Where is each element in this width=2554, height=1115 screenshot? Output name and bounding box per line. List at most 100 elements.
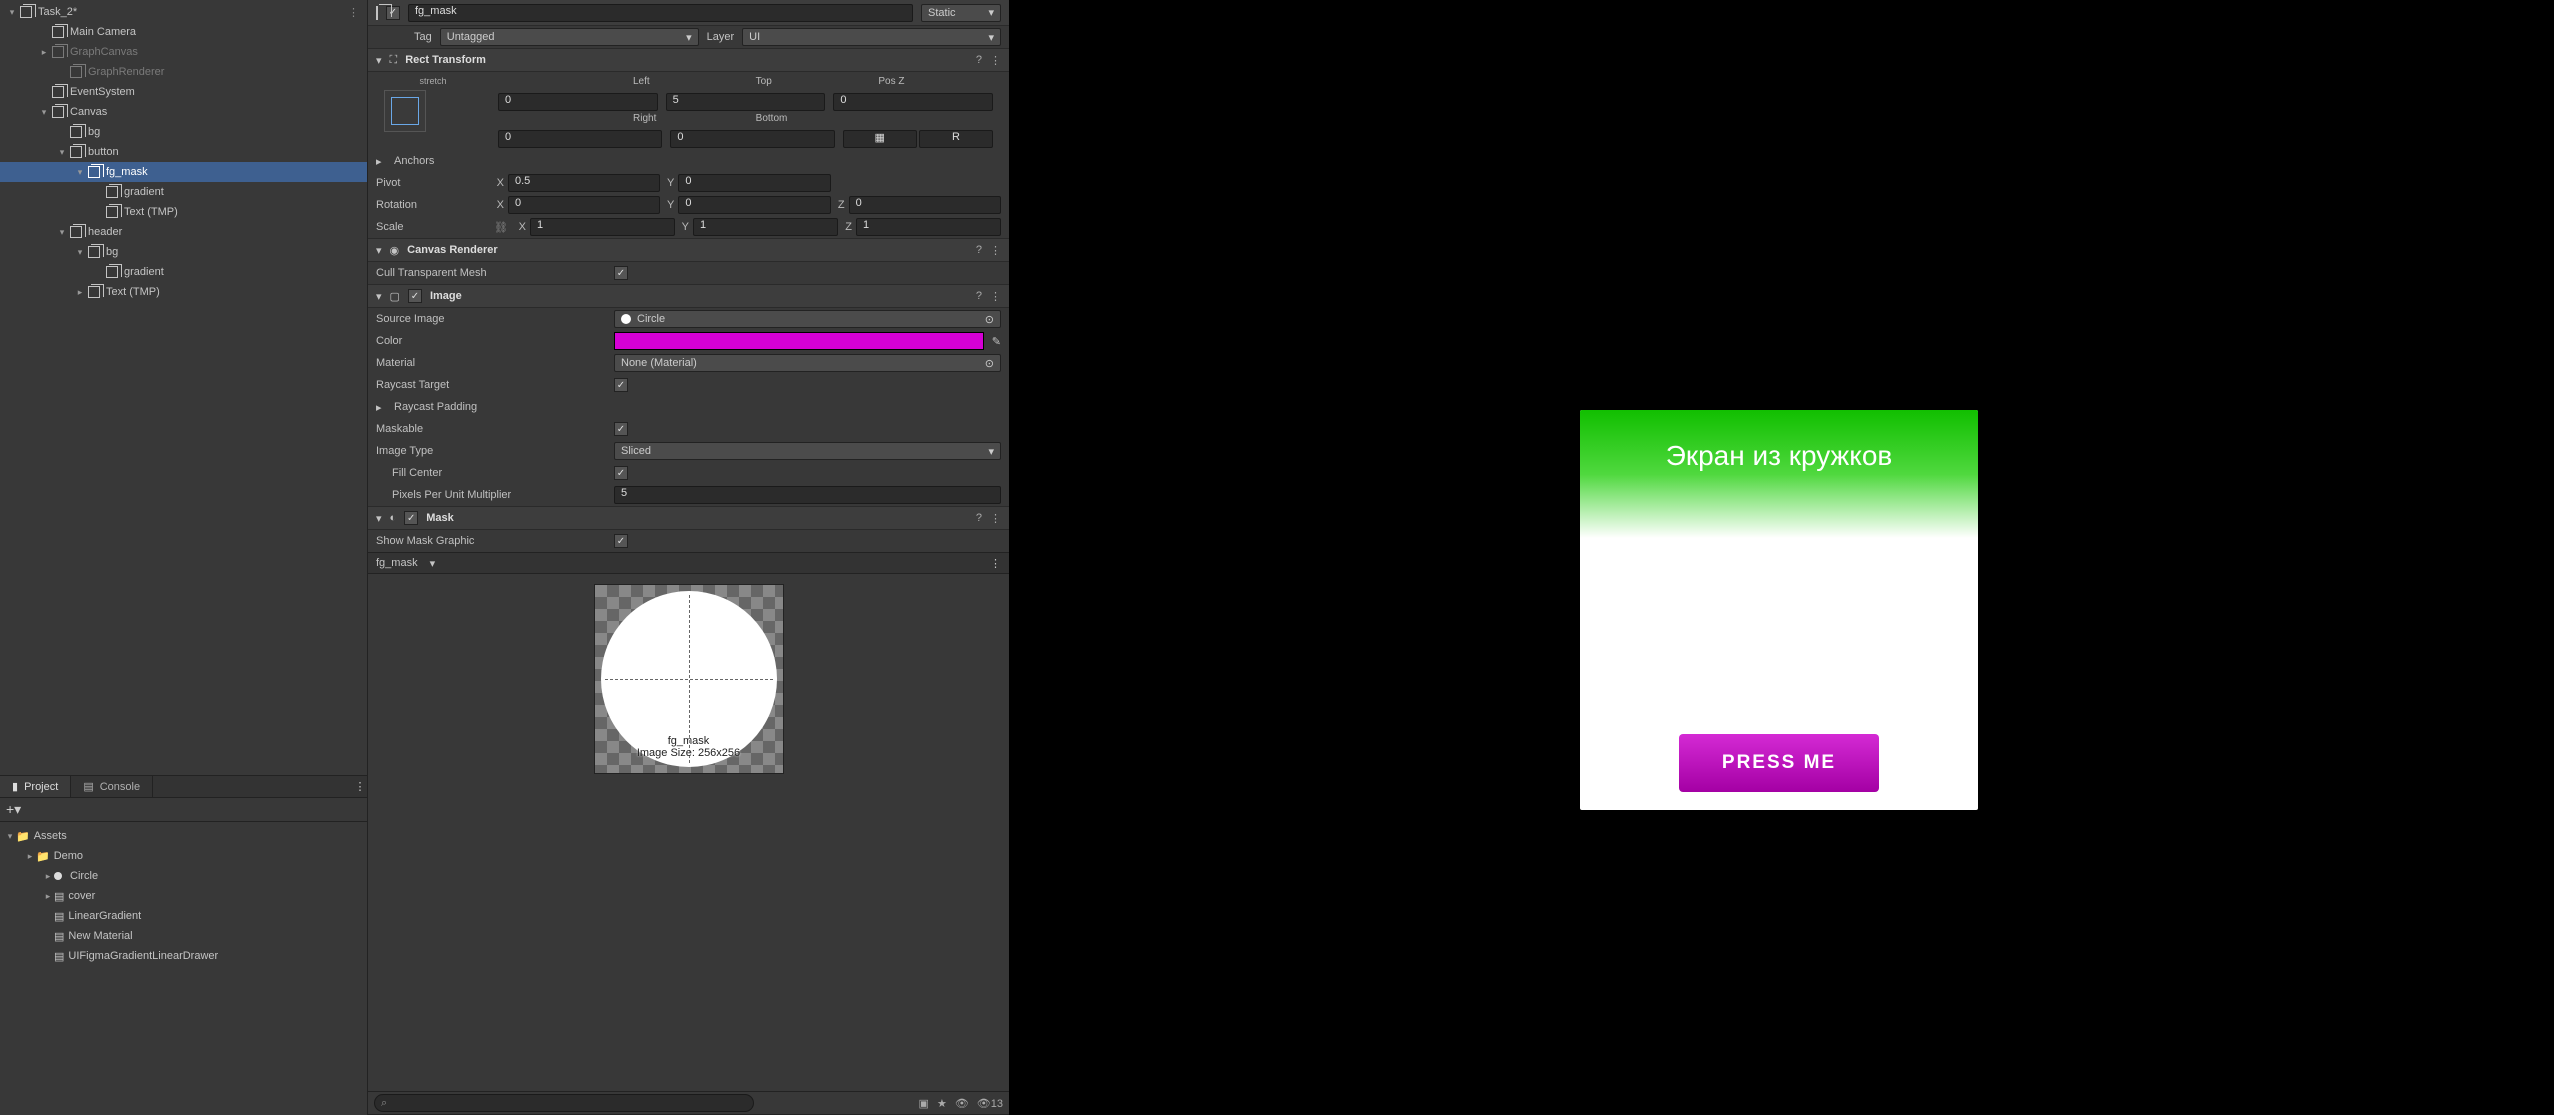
project-item[interactable]: ▸Circle [0, 866, 367, 886]
maskable-checkbox[interactable]: ✓ [614, 422, 628, 436]
rot-x[interactable]: 0 [508, 196, 660, 214]
scene-row[interactable]: ▾ Task_2* ⋮ [0, 2, 367, 22]
hierarchy-item[interactable]: bg [0, 122, 367, 142]
inspector-panel[interactable]: ✓ fg_mask Static▾ Tag Untagged▾ Layer UI… [368, 0, 1009, 1091]
kebab-icon[interactable]: ⋮ [990, 557, 1001, 570]
fold-icon[interactable]: ▾ [38, 107, 50, 118]
hierarchy-item[interactable]: ▾header [0, 222, 367, 242]
gameobject-icon [68, 224, 84, 240]
cull-checkbox[interactable]: ✓ [614, 266, 628, 280]
raycast-padding-foldout[interactable]: Raycast Padding [394, 401, 504, 413]
raw-toggle[interactable]: R [919, 130, 993, 148]
ppu-field[interactable]: 5 [614, 486, 1001, 504]
hierarchy-panel[interactable]: ▾ Task_2* ⋮ Main Camera▸GraphCanvasGraph… [0, 0, 367, 775]
add-button[interactable]: +▾ [6, 801, 21, 818]
top-field[interactable]: 5 [666, 93, 826, 111]
tag-label: Tag [414, 31, 432, 43]
kebab-icon[interactable]: ⋮ [990, 290, 1001, 303]
anchors-foldout[interactable]: Anchors [394, 155, 504, 167]
right-field[interactable]: 0 [498, 130, 662, 148]
fold-icon[interactable]: ▾ [56, 147, 68, 158]
hierarchy-item[interactable]: ▸Text (TMP) [0, 282, 367, 302]
rot-z[interactable]: 0 [849, 196, 1001, 214]
image-header[interactable]: ▾▢✓Image?⋮ [368, 284, 1009, 308]
press-me-button[interactable]: PRESS ME [1679, 734, 1879, 792]
help-icon[interactable]: ? [976, 54, 982, 67]
material-dropdown[interactable]: fg_mask [376, 557, 418, 569]
hierarchy-item[interactable]: ▾Canvas [0, 102, 367, 122]
gameobject-icon [86, 284, 102, 300]
pivot-y[interactable]: 0 [678, 174, 830, 192]
scene-name: Task_2* [38, 6, 77, 18]
hierarchy-item[interactable]: ▾fg_mask [0, 162, 367, 182]
source-image-field[interactable]: Circle⊙ [614, 310, 1001, 328]
scale-x[interactable]: 1 [530, 218, 675, 236]
hierarchy-item[interactable]: EventSystem [0, 82, 367, 102]
rect-transform-header[interactable]: ▾⛶ Rect Transform ?⋮ [368, 48, 1009, 72]
hierarchy-item[interactable]: gradient [0, 262, 367, 282]
tag-dropdown[interactable]: Untagged▾ [440, 28, 699, 46]
project-item[interactable]: ▸▤cover [0, 886, 367, 906]
static-dropdown[interactable]: Static▾ [921, 4, 1001, 22]
kebab-icon[interactable]: ⋮ [990, 512, 1001, 525]
hierarchy-item[interactable]: ▸GraphCanvas [0, 42, 367, 62]
project-search[interactable]: ⌕ [374, 1094, 754, 1112]
help-icon[interactable]: ? [976, 290, 982, 303]
bottom-field[interactable]: 0 [670, 130, 834, 148]
fold-icon[interactable]: ▸ [74, 287, 86, 298]
show-mask-checkbox[interactable]: ✓ [614, 534, 628, 548]
unity-icon [18, 4, 34, 20]
help-icon[interactable]: ? [976, 244, 982, 257]
project-item[interactable]: ▤New Material [0, 926, 367, 946]
scale-y[interactable]: 1 [693, 218, 838, 236]
hidden-icon[interactable]: 👁 [955, 1097, 969, 1110]
help-icon[interactable]: ? [976, 512, 982, 525]
kebab-icon[interactable]: ⋮ [990, 244, 1001, 257]
project-tree[interactable]: ▾📁 Assets ▸📁Demo▸Circle▸▤cover▤LinearGra… [0, 822, 367, 1115]
canvas-renderer-header[interactable]: ▾◉Canvas Renderer?⋮ [368, 238, 1009, 262]
image-enable-checkbox[interactable]: ✓ [408, 289, 422, 303]
mask-header[interactable]: ▾◐✓Mask?⋮ [368, 506, 1009, 530]
link-icon[interactable]: ⛓ [494, 221, 508, 234]
color-field[interactable] [614, 332, 984, 350]
layer-dropdown[interactable]: UI▾ [742, 28, 1001, 46]
fold-icon[interactable]: ▾ [56, 227, 68, 238]
preset-icon[interactable]: ⋮ [990, 54, 1001, 67]
fill-center-checkbox[interactable]: ✓ [614, 466, 628, 480]
fold-icon[interactable]: ▾ [74, 247, 86, 258]
blueprint-toggle[interactable]: ▦ [843, 130, 917, 148]
project-item[interactable]: ▤UIFigmaGradientLinearDrawer [0, 946, 367, 966]
kebab-icon[interactable]: ⋮ [353, 780, 367, 794]
fold-icon[interactable]: ▾ [74, 167, 86, 178]
scale-z[interactable]: 1 [856, 218, 1001, 236]
image-type-dropdown[interactable]: Sliced▾ [614, 442, 1001, 460]
project-item[interactable]: ▤LinearGradient [0, 906, 367, 926]
assets-root[interactable]: ▾📁 Assets [0, 826, 367, 846]
hierarchy-item[interactable]: GraphRenderer [0, 62, 367, 82]
hierarchy-item[interactable]: Main Camera [0, 22, 367, 42]
filter-icon[interactable]: ▣ [919, 1097, 929, 1110]
rot-y[interactable]: 0 [678, 196, 830, 214]
hierarchy-item[interactable]: ▾button [0, 142, 367, 162]
asset-icon: ▤ [54, 890, 64, 903]
project-item[interactable]: ▸📁Demo [0, 846, 367, 866]
image-icon: ▢ [390, 290, 400, 303]
hierarchy-item[interactable]: Text (TMP) [0, 202, 367, 222]
hierarchy-item[interactable]: ▾bg [0, 242, 367, 262]
name-field[interactable]: fg_mask [408, 4, 913, 22]
left-field[interactable]: 0 [498, 93, 658, 111]
anchor-preset-button[interactable] [384, 90, 426, 132]
mask-enable-checkbox[interactable]: ✓ [404, 511, 418, 525]
material-field[interactable]: None (Material)⊙ [614, 354, 1001, 372]
eyedropper-icon[interactable]: ✎ [992, 335, 1001, 348]
pivot-x[interactable]: 0.5 [508, 174, 660, 192]
tab-console[interactable]: ▤ Console [71, 776, 153, 797]
raycast-checkbox[interactable]: ✓ [614, 378, 628, 392]
tab-project[interactable]: ▮ Project [0, 776, 71, 797]
favorite-icon[interactable]: ★ [937, 1097, 947, 1110]
fold-icon[interactable]: ▾ [6, 7, 18, 18]
fold-icon[interactable]: ▸ [38, 47, 50, 58]
hierarchy-item[interactable]: gradient [0, 182, 367, 202]
kebab-icon[interactable]: ⋮ [348, 6, 359, 19]
posz-field[interactable]: 0 [833, 93, 993, 111]
